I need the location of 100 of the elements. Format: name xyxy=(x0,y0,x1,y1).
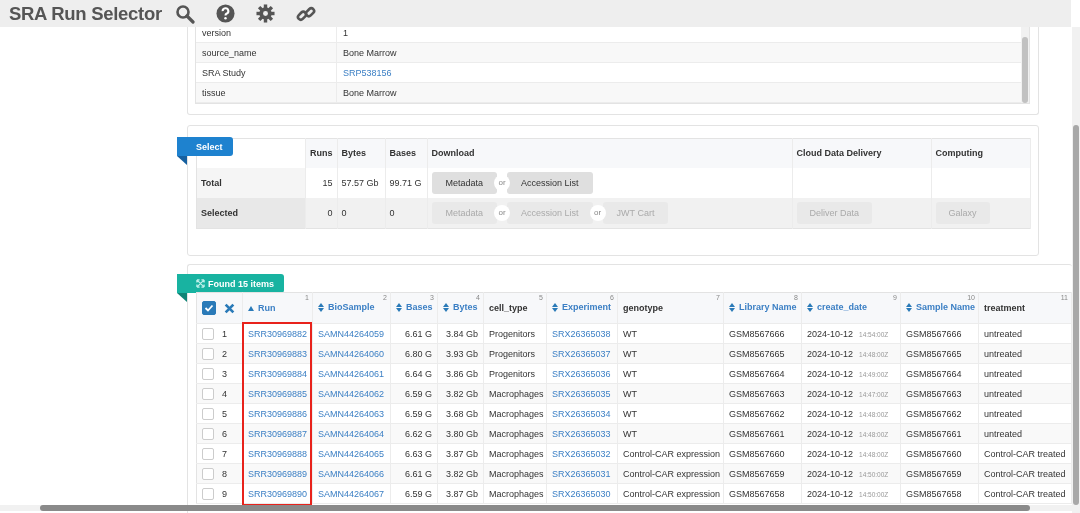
table-cell: 3.87 Gb xyxy=(437,483,484,504)
date-text: 2024-10-12 xyxy=(807,388,854,399)
ribbon-fold xyxy=(177,156,187,165)
table-link[interactable]: SAMN44264061 xyxy=(318,368,385,379)
table-link[interactable]: SRX26365030 xyxy=(552,488,611,499)
scrollbar[interactable] xyxy=(0,505,1072,511)
column-label: cell_type xyxy=(489,303,528,313)
table-link[interactable]: SAMN44264063 xyxy=(318,408,385,419)
table-cell: GSM8567658 xyxy=(900,483,979,504)
column-header: Download xyxy=(427,138,792,168)
bases-cell: 0 xyxy=(385,197,427,229)
table-cell: 3.86 Gb xyxy=(437,363,484,384)
attribute-value: Bone Marrow xyxy=(336,82,1021,103)
table-cell: GSM8567664 xyxy=(723,363,802,384)
table-cell: WT xyxy=(617,363,724,384)
row-label: Total xyxy=(196,167,306,198)
column-label: BioSample xyxy=(328,302,375,313)
app-title: SRA Run Selector xyxy=(9,2,163,25)
table-link[interactable]: SAMN44264059 xyxy=(318,328,385,339)
table-cell: WT xyxy=(617,323,724,344)
date-text: 2024-10-12 xyxy=(807,428,854,439)
table-cell: Control-CAR expression xyxy=(617,483,724,504)
date-text: 2024-10-12 xyxy=(807,328,854,339)
ribbon-fold xyxy=(177,293,187,302)
row-checkbox[interactable] xyxy=(202,467,214,480)
table-cell: 6.63 G xyxy=(390,443,438,464)
column-label: genotype xyxy=(623,303,663,313)
row-number: 5 xyxy=(222,408,227,419)
row-checkbox[interactable] xyxy=(202,487,214,500)
row-number: 2 xyxy=(222,348,227,359)
table-cell: 3.84 Gb xyxy=(437,323,484,344)
or-separator: or xyxy=(494,204,511,221)
column-label: Experiment xyxy=(562,302,612,313)
scrollbar[interactable] xyxy=(1021,27,1029,103)
column-label: create_date xyxy=(817,302,868,313)
found-count: Found 15 items xyxy=(208,278,274,289)
attribute-name: tissue xyxy=(196,82,337,103)
help-icon[interactable] xyxy=(216,4,235,23)
checkmark-icon xyxy=(204,303,214,313)
row-number: 1 xyxy=(222,328,227,339)
table-link[interactable]: SAMN44264067 xyxy=(318,488,385,499)
table-link[interactable]: SAMN44264065 xyxy=(318,448,385,459)
scrollbar[interactable] xyxy=(1072,27,1080,513)
table-link[interactable]: SRX26365038 xyxy=(552,328,611,339)
row-number: 6 xyxy=(222,428,227,439)
row-checkbox[interactable] xyxy=(202,347,214,360)
row-checkbox[interactable] xyxy=(202,407,214,420)
table-cell: Progenitors xyxy=(483,363,547,384)
column-label: treatment xyxy=(984,303,1025,313)
search-icon[interactable] xyxy=(175,3,195,24)
table-cell: GSM8567662 xyxy=(900,403,979,424)
table-link[interactable]: SRR30969890 xyxy=(248,488,308,499)
table-link[interactable]: SRX26365032 xyxy=(552,448,611,459)
table-cell: 6.59 G xyxy=(390,403,438,424)
row-number: 8 xyxy=(222,468,227,479)
table-cell: GSM8567666 xyxy=(723,323,802,344)
table-link[interactable]: SRR30969882 xyxy=(248,328,308,339)
table-cell: GSM8567660 xyxy=(900,443,979,464)
row-checkbox[interactable] xyxy=(202,367,214,380)
column-header: Bases xyxy=(385,138,427,168)
row-number: 9 xyxy=(222,488,227,499)
attribute-name: source_name xyxy=(196,42,337,63)
row-checkbox[interactable] xyxy=(202,327,214,340)
table-link[interactable]: SRX26365036 xyxy=(552,368,611,379)
attribute-value: Bone Marrow xyxy=(336,42,1021,63)
table-link[interactable]: SRR30969888 xyxy=(248,448,308,459)
column-header: Runs xyxy=(305,138,337,168)
clear-icon[interactable] xyxy=(224,302,235,314)
table-link[interactable]: SRR30969886 xyxy=(248,408,308,419)
date-text: 2024-10-12 xyxy=(807,348,854,359)
date-text: 2024-10-12 xyxy=(807,448,854,459)
bases-cell: 99.71 G xyxy=(385,167,427,198)
download-button[interactable]: Metadata xyxy=(431,171,498,194)
download-button[interactable]: Accession List xyxy=(507,171,593,194)
table-cell: GSM8567666 xyxy=(900,323,979,344)
date-text: 2024-10-12 xyxy=(807,488,854,499)
attribute-name: SRA Study xyxy=(196,62,337,83)
table-cell: Control-CAR expression xyxy=(617,443,724,464)
date-text: 2024-10-12 xyxy=(807,468,854,479)
table-cell: untreated xyxy=(978,403,1072,424)
select-all-checkbox[interactable] xyxy=(202,301,216,315)
or-separator: or xyxy=(494,174,511,191)
table-link[interactable]: SRR30969884 xyxy=(248,368,308,379)
row-checkbox[interactable] xyxy=(202,387,214,400)
table-link[interactable]: SRX26365034 xyxy=(552,408,611,419)
row-checkbox[interactable] xyxy=(202,447,214,460)
expand-icon xyxy=(196,279,205,288)
settings-icon[interactable] xyxy=(256,4,275,23)
column-header: Cloud Data Delivery xyxy=(792,138,931,168)
table-cell: Macrophages xyxy=(483,483,547,504)
row-checkbox[interactable] xyxy=(202,427,214,440)
column-label: Library Name xyxy=(739,302,797,313)
select-tag: Select xyxy=(177,137,233,156)
table-cell: untreated xyxy=(978,323,1072,344)
row-number: 4 xyxy=(222,388,227,399)
table-cell: 3.68 Gb xyxy=(437,403,484,424)
table-cell: GSM8567658 xyxy=(723,483,802,504)
row-label: Selected xyxy=(196,197,306,229)
table-cell: GSM8567664 xyxy=(900,363,979,384)
attribute-link[interactable]: SRP538156 xyxy=(343,67,392,78)
